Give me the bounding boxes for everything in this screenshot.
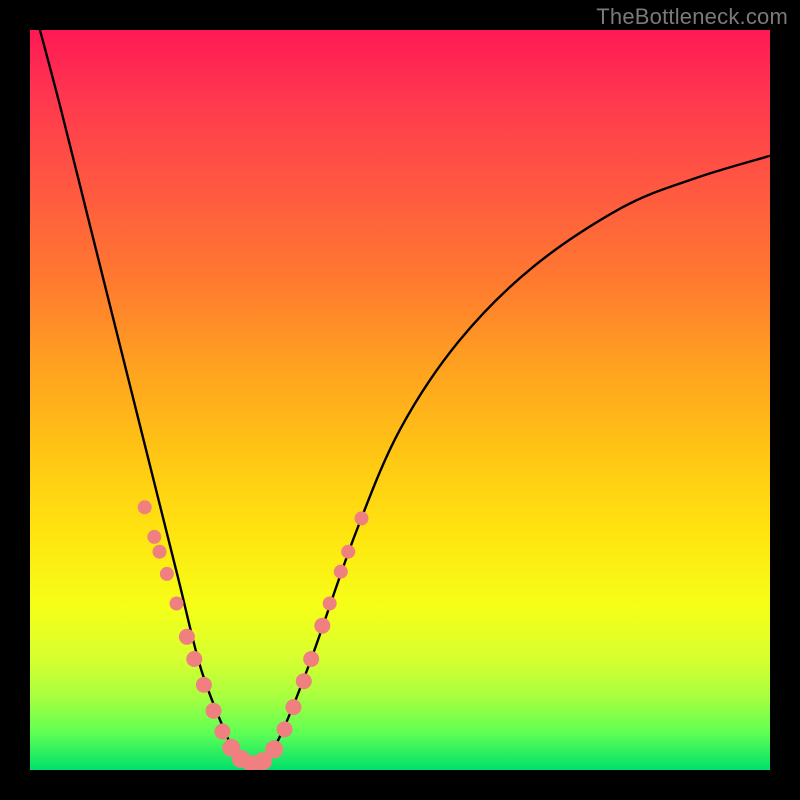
highlight-dot [196, 677, 212, 693]
curve-svg [30, 30, 770, 770]
highlight-dot [170, 597, 184, 611]
highlight-dot [314, 618, 330, 634]
highlight-dot [323, 597, 337, 611]
highlight-dot [179, 629, 195, 645]
chart-frame: TheBottleneck.com [0, 0, 800, 800]
highlight-dot [355, 511, 369, 525]
highlight-dot [285, 699, 301, 715]
highlight-dots [138, 500, 369, 770]
highlight-dot [147, 530, 161, 544]
highlight-dot [206, 703, 222, 719]
plot-area [30, 30, 770, 770]
bottleneck-curve [30, 30, 770, 763]
highlight-dot [265, 740, 283, 758]
highlight-dot [214, 724, 230, 740]
highlight-dot [160, 567, 174, 581]
highlight-dot [138, 500, 152, 514]
highlight-dot [334, 565, 348, 579]
highlight-dot [153, 545, 167, 559]
watermark-text: TheBottleneck.com [596, 4, 788, 30]
highlight-dot [303, 651, 319, 667]
highlight-dot [277, 721, 293, 737]
highlight-dot [186, 651, 202, 667]
highlight-dot [341, 545, 355, 559]
highlight-dot [296, 673, 312, 689]
